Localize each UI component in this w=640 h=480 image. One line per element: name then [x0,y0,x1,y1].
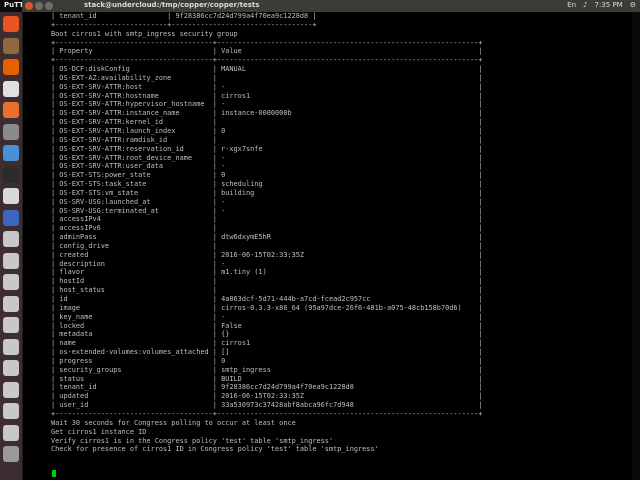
terminal-line: | name | cirros1 | [51,339,483,348]
terminal-line: | os-extended-volumes:volumes_attached |… [51,348,483,357]
volume-icon[interactable]: ♪ [583,1,587,9]
trash-icon[interactable] [3,446,19,462]
terminal-line: | security_groups | smtp_ingress | [51,365,483,374]
terminal-line: | OS-SRV-USG:terminated_at | - | [51,206,483,215]
disk-icon[interactable] [3,360,19,376]
terminal-line: | id | 4a863dcf-5d71-444b-a7cd-fcead2c95… [51,295,483,303]
terminal-line: | key_name | - | [51,312,483,321]
terminal-line: | OS-EXT-SRV-ATTR:host | - | [51,82,483,91]
terminal-line: | tenant_id | 9f28386cc7d24d799a4f70ea9c… [51,383,483,392]
terminal-line: | flavor | m1.tiny (1) | [51,268,483,277]
terminal-line: Wait 30 seconds for Congress polling to … [51,418,296,427]
disk-icon[interactable] [3,317,19,333]
terminal-line: | OS-EXT-STS:power_state | 0 | [51,171,483,180]
terminal-line: | metadata | {} | [51,330,483,339]
terminal-line: +---------------------------+-----------… [51,20,317,29]
terminal-line: | OS-EXT-SRV-ATTR:hypervisor_hostname | … [51,100,483,109]
terminal-line: | OS-EXT-SRV-ATTR:ramdisk_id | | [51,135,483,144]
software-center-icon[interactable] [3,102,19,118]
dash-icon[interactable] [3,16,19,32]
disk-icon[interactable] [3,338,19,355]
settings-icon[interactable]: ⚙ [630,1,636,9]
terminal-line: | OS-EXT-SRV-ATTR:reservation_id | r-xgx… [51,144,483,153]
disk-icon[interactable] [3,274,19,290]
terminal-line: | OS-EXT-STS:task_state | scheduling | [51,180,483,189]
terminal-line: | OS-DCF:diskConfig | MANUAL | [51,65,483,74]
window-title: stack@undercloud:/tmp/copper/copper/test… [84,1,260,9]
terminal-line: | image | cirros-0.3.3-x86_64 (95a97dce-… [51,303,483,312]
minimize-icon[interactable] [35,2,43,10]
remote-desktop-icon[interactable] [3,209,19,226]
terminal-line: +--------------------------------------+… [51,56,483,65]
terminal-line: | OS-EXT-AZ:availability_zone | | [51,73,483,82]
disk-icon[interactable] [3,231,19,247]
keyboard-indicator[interactable]: En [567,1,576,9]
terminal-line: Verify cirros1 is in the Congress policy… [51,436,334,445]
terminal-line: | OS-EXT-SRV-ATTR:launch_index | 0 | [51,126,483,135]
terminal-line: | OS-EXT-SRV-ATTR:instance_name | instan… [51,109,483,118]
terminal-line: +--------------------------------------+… [51,38,483,47]
terminal-line: Get cirros1 instance ID [51,427,147,436]
terminal-line: | config_drive | | [51,241,483,250]
terminal-line: | user_id | 33a530973c37428abf8abca96fc7… [51,401,483,410]
files-icon[interactable] [3,37,19,54]
launcher [0,12,23,480]
terminal-line: | created | 2016-06-15T02:33:35Z | [51,250,483,259]
terminal-line: | description | - | [51,259,483,268]
terminal-line: | accessIPv4 | | [51,215,483,224]
terminal-line: Check for presence of cirros1 ID in Cong… [51,445,379,454]
terminal-line: | OS-EXT-SRV-ATTR:kernel_id | | [51,118,483,127]
terminal-line: | OS-SRV-USG:launched_at | - | [51,197,483,206]
settings-icon[interactable] [3,123,19,140]
terminal-window[interactable]: | tenant_id | 9f28386cc7d24d799a4f70ea9c… [23,12,640,480]
terminal-line: | OS-EXT-SRV-ATTR:user_data | - | [51,162,483,171]
terminal-line: | updated | 2016-06-15T02:33:35Z | [51,392,483,401]
terminal-line: | OS-EXT-STS:vm_state | building | [51,188,483,197]
terminal-line: | Property | Value | [51,47,483,56]
system-tray: En ♪ 7:35 PM ⚙ [567,1,636,9]
terminal-line: | adminPass | dtw6dxymE5hR | [51,233,483,242]
chromium-icon[interactable] [3,145,19,161]
disk-icon[interactable] [3,424,19,441]
disk-icon[interactable] [3,403,19,419]
terminal-line: | tenant_id | 9f28386cc7d24d799a4f70ea9c… [51,12,317,20]
firefox-icon[interactable] [3,59,19,75]
disk-icon[interactable] [3,252,19,269]
terminal-line: | locked | False | [51,321,483,330]
clock[interactable]: 7:35 PM [595,1,623,9]
terminal-line: | host_status | | [51,286,483,295]
terminal-cursor [52,470,56,477]
disk-icon[interactable] [3,295,19,312]
terminal-line: | OS-EXT-SRV-ATTR:hostname | cirros1 | [51,91,483,100]
maximize-icon[interactable] [45,2,53,10]
terminal-line: | OS-EXT-SRV-ATTR:root_device_name | - | [51,153,483,162]
terminal-output: | tenant_id | 9f28386cc7d24d799a4f70ea9c… [23,12,640,454]
disk-icon[interactable] [3,381,19,398]
scrollbar[interactable] [632,12,640,480]
terminal-line: | progress | 0 | [51,356,483,365]
terminal-line: | hostId | | [51,277,483,286]
terminal-line: +--------------------------------------+… [51,409,483,418]
terminal-line: | status | BUILD | [51,374,483,383]
terminal-line: Boot cirros1 with smtp_ingress security … [51,29,238,38]
close-icon[interactable] [25,2,33,10]
terminal-line: | accessIPv6 | | [51,224,483,233]
text-editor-icon[interactable] [3,188,19,204]
writer-icon[interactable] [3,80,19,97]
terminal-icon[interactable] [3,166,19,183]
